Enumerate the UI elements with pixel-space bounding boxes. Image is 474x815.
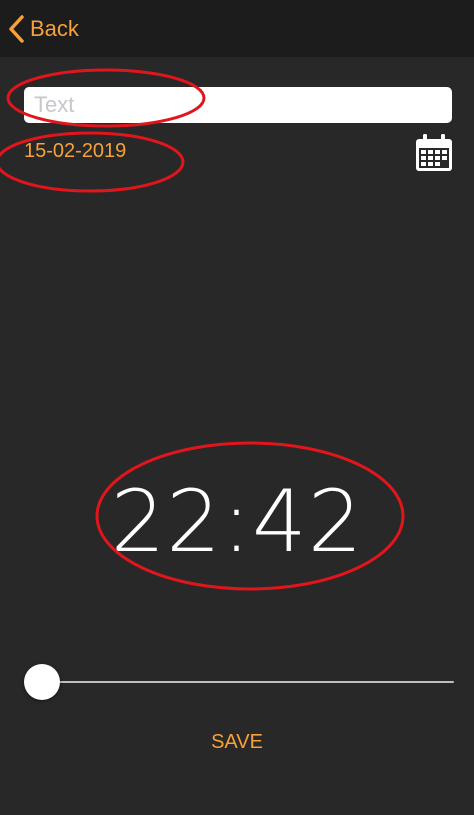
time-display[interactable]: 22:42 (0, 472, 474, 572)
chevron-left-icon (9, 15, 24, 43)
back-label: Back (30, 16, 79, 41)
save-button[interactable]: SAVE (0, 731, 474, 754)
slider-thumb[interactable] (24, 664, 60, 700)
calendar-button[interactable] (414, 133, 454, 173)
slider-track (24, 681, 454, 683)
navigation-bar: Back (0, 0, 474, 57)
back-button[interactable]: Back (8, 12, 79, 46)
date-label[interactable]: 15-02-2019 (24, 140, 126, 163)
time-slider[interactable] (24, 664, 454, 700)
text-input[interactable] (24, 87, 452, 123)
calendar-icon (416, 134, 452, 171)
